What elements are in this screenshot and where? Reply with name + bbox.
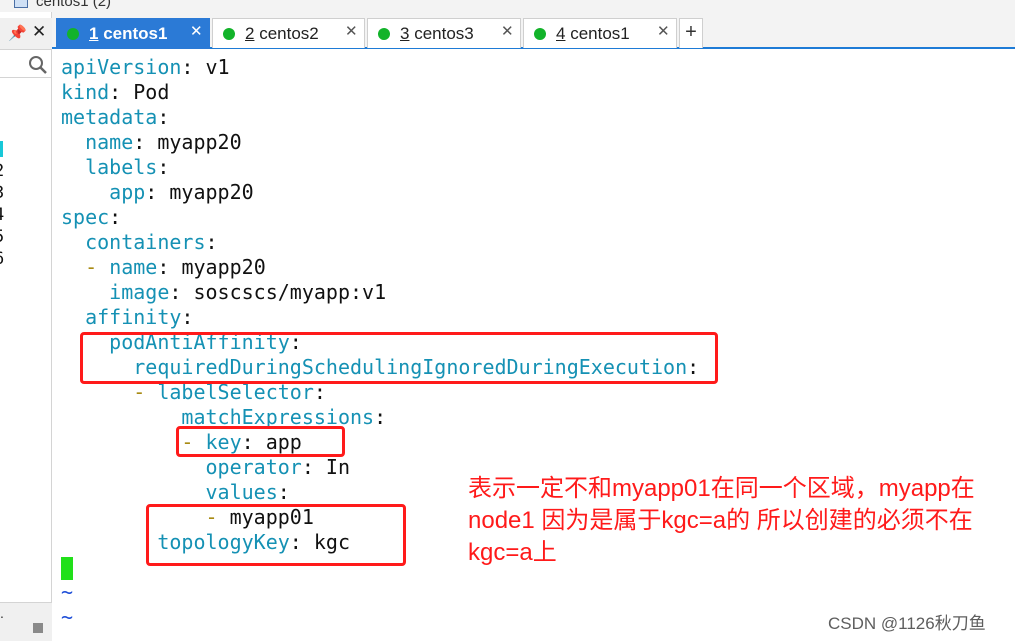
yaml-line: kind: Pod	[61, 80, 699, 105]
yaml-colon: :	[109, 205, 122, 229]
session-list-item[interactable]: 6	[0, 248, 4, 270]
yaml-value: myapp20	[169, 255, 266, 279]
annotation-note: 表示一定不和myapp01在同一个区域，myapp在node1 因为是属于kgc…	[468, 475, 975, 566]
yaml-colon: :	[169, 280, 182, 304]
status-dot-icon	[223, 28, 235, 40]
yaml-colon: :	[181, 55, 194, 79]
highlight-box-antiaffinity	[80, 332, 718, 384]
session-list-item[interactable]: 5	[0, 226, 4, 248]
status-dot-icon	[534, 28, 546, 40]
tab-close-icon[interactable]: ✕	[345, 22, 358, 40]
yaml-colon: :	[133, 130, 146, 154]
window-title: centos1 (2)	[36, 0, 112, 10]
tab-centos3[interactable]: 3 centos3 ✕	[367, 18, 521, 48]
session-panel: 📌 ✕ 23456 .	[0, 12, 52, 641]
yaml-value: In	[313, 455, 350, 479]
yaml-colon: :	[157, 105, 170, 129]
yaml-key: apiVersion	[61, 55, 182, 79]
yaml-value: myapp20	[145, 130, 242, 154]
yaml-key: name	[85, 130, 134, 154]
yaml-line: - name: myapp20	[61, 255, 699, 280]
yaml-line: - key: app	[61, 430, 699, 455]
yaml-line: matchExpressions:	[61, 405, 699, 430]
yaml-value: myapp20	[157, 180, 254, 204]
status-dot-icon	[67, 28, 79, 40]
watermark: CSDN @1126秋刀鱼	[828, 614, 986, 633]
yaml-colon: :	[157, 155, 170, 179]
highlight-box-topology	[146, 504, 406, 566]
tab-close-icon[interactable]: ✕	[657, 22, 670, 40]
session-list[interactable]: 23456	[0, 160, 4, 270]
yaml-dash: -	[85, 255, 110, 279]
tab-label: 1 centos1	[89, 24, 168, 43]
yaml-line: affinity:	[61, 305, 699, 330]
highlight-box-key	[176, 426, 345, 457]
yaml-key: name	[109, 255, 158, 279]
add-tab-button[interactable]: +	[679, 18, 703, 48]
tab-close-icon[interactable]: ✕	[190, 22, 203, 40]
yaml-value: Pod	[121, 80, 170, 104]
yaml-value: v1	[193, 55, 230, 79]
yaml-colon: :	[277, 480, 290, 504]
yaml-key: values	[205, 480, 278, 504]
app-icon	[14, 0, 28, 8]
yaml-line: app: myapp20	[61, 180, 699, 205]
yaml-line: containers:	[61, 230, 699, 255]
session-list-item[interactable]: 4	[0, 204, 4, 226]
scrollbar-thumb[interactable]	[33, 623, 43, 633]
pin-icon[interactable]: 📌	[8, 24, 27, 42]
terminal-view[interactable]: apiVersion: v1 kind: Pod metadata: name: m…	[52, 51, 1015, 641]
search-icon[interactable]	[28, 55, 48, 75]
yaml-colon: :	[205, 230, 218, 254]
window-title-bar: centos1 (2)	[0, 0, 1015, 12]
yaml-colon: :	[181, 305, 194, 329]
session-search[interactable]	[0, 52, 52, 78]
yaml-colon: :	[145, 180, 158, 204]
yaml-value: soscscs/myapp:v1	[181, 280, 387, 304]
session-panel-header: 📌 ✕	[0, 18, 52, 50]
empty-line-marker: ~	[61, 605, 74, 629]
status-dot-icon	[378, 28, 390, 40]
yaml-key: image	[109, 280, 170, 304]
yaml-line: image: soscscs/myapp:v1	[61, 280, 699, 305]
yaml-key: containers	[85, 230, 206, 254]
empty-line-marker: ~	[61, 580, 74, 604]
panel-footer-text: .	[0, 605, 4, 621]
tab-centos1-2[interactable]: 4 centos1 ✕	[523, 18, 677, 48]
panel-footer: .	[0, 602, 52, 641]
tab-label: 2 centos2	[245, 24, 319, 43]
tab-bar: 1 centos1 ✕ 2 centos2 ✕ 3 centos3 ✕ 4 ce…	[52, 12, 1015, 49]
yaml-key: spec	[61, 205, 110, 229]
selection-marker	[0, 141, 3, 157]
session-list-item[interactable]: 2	[0, 160, 4, 182]
yaml-colon: :	[109, 80, 122, 104]
close-icon[interactable]: ✕	[32, 22, 46, 42]
yaml-line: apiVersion: v1	[61, 55, 699, 80]
yaml-line: name: myapp20	[61, 130, 699, 155]
tab-label: 4 centos1	[556, 24, 630, 43]
tab-centos1[interactable]: 1 centos1 ✕	[56, 18, 210, 49]
yaml-key: metadata	[61, 105, 158, 129]
tab-close-icon[interactable]: ✕	[501, 22, 514, 40]
tab-label: 3 centos3	[400, 24, 474, 43]
yaml-line: labels:	[61, 155, 699, 180]
yaml-key: kind	[61, 80, 110, 104]
text-cursor	[61, 557, 73, 580]
tab-centos2[interactable]: 2 centos2 ✕	[212, 18, 365, 48]
yaml-key: affinity	[85, 305, 182, 329]
yaml-key: app	[109, 180, 146, 204]
yaml-colon: :	[374, 405, 387, 429]
yaml-colon: :	[301, 455, 314, 479]
yaml-line: spec:	[61, 205, 699, 230]
session-list-item[interactable]: 3	[0, 182, 4, 204]
yaml-key: operator	[205, 455, 302, 479]
yaml-line: metadata:	[61, 105, 699, 130]
yaml-colon: :	[157, 255, 170, 279]
yaml-key: labels	[85, 155, 158, 179]
